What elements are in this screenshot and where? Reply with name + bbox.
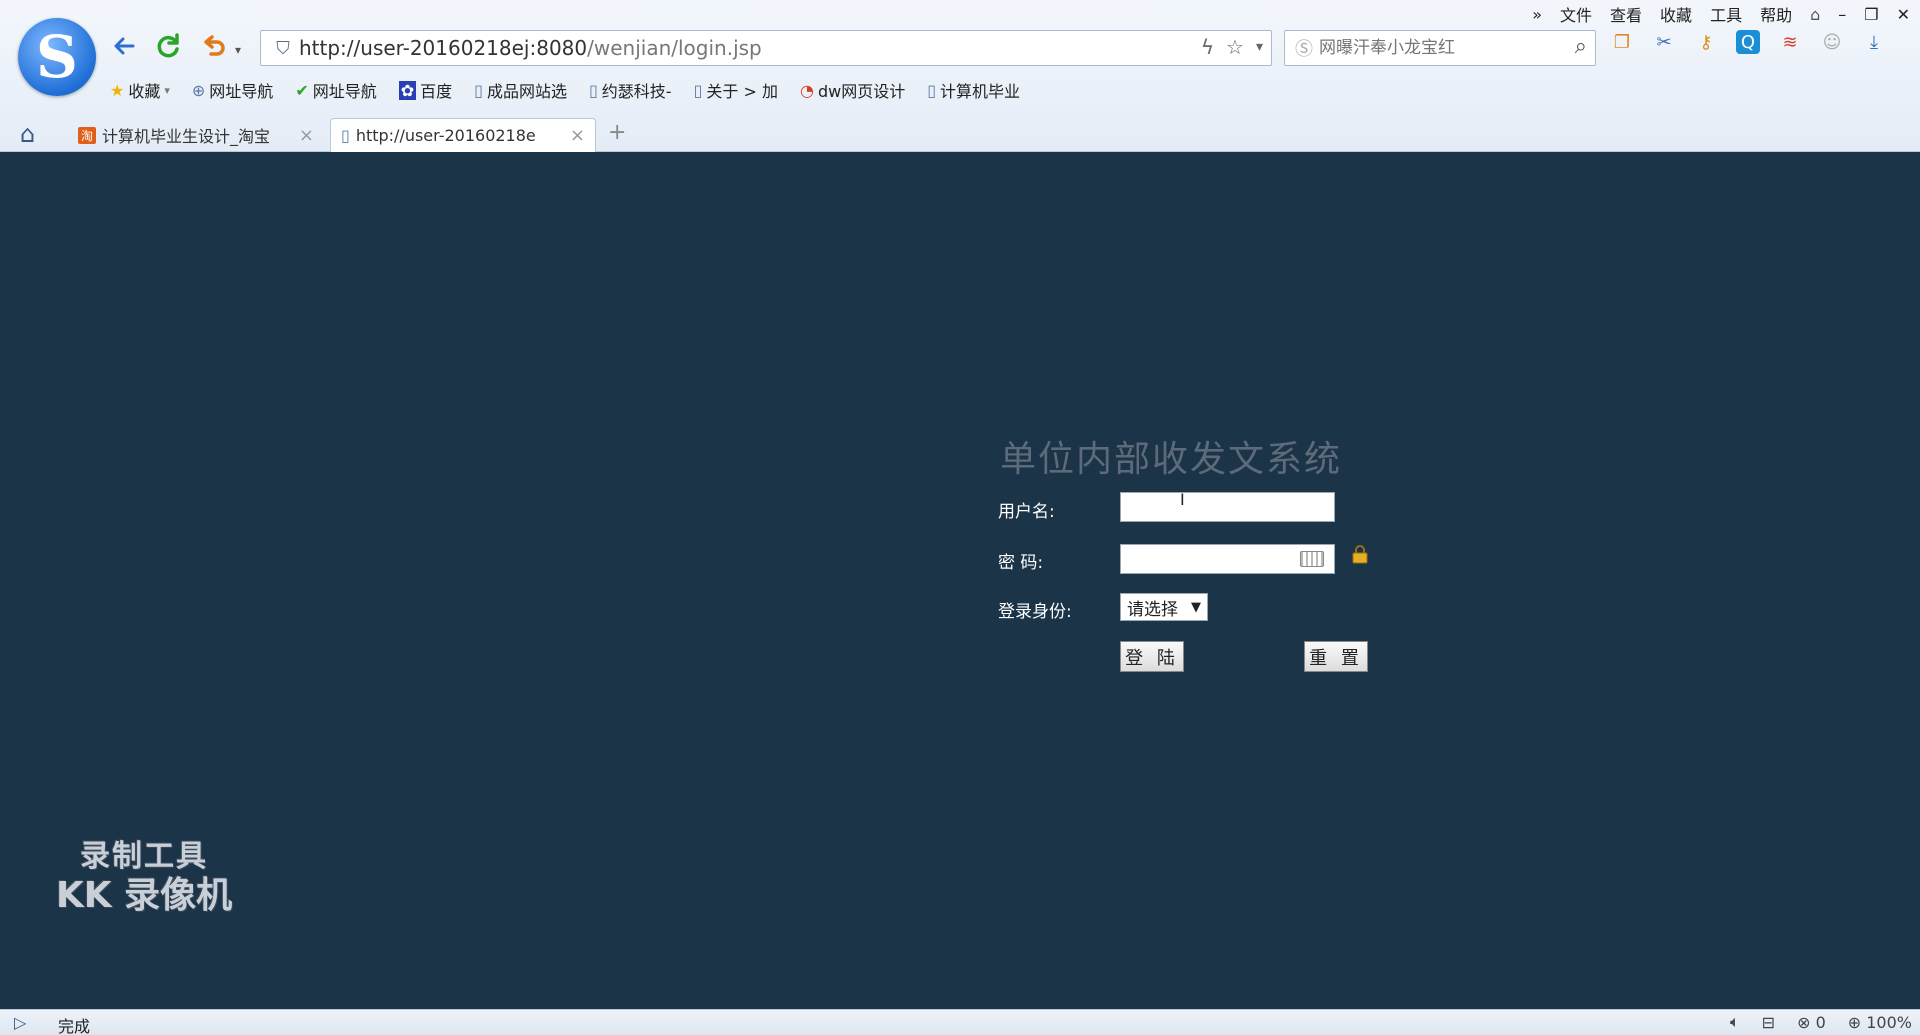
status-page-icon: ▷ xyxy=(14,1013,27,1032)
url-path: /wenjian/login.jsp xyxy=(587,36,762,60)
status-bar: ▷ 完成 🔈︎ ⊟ ⊗ 0 ⊕ 100% xyxy=(0,1009,1920,1035)
lock-icon xyxy=(1352,545,1368,564)
refresh-button[interactable] xyxy=(152,30,184,62)
refresh-icon xyxy=(157,33,179,58)
status-text: 完成 xyxy=(58,1017,91,1035)
magnifier-app-icon[interactable]: Q xyxy=(1736,30,1760,54)
bookmark-sites[interactable]: ▯ 成品网站选 xyxy=(474,78,567,102)
page-content: 单位内部收发文系统 用户名: I 密 码: 登录身份: 请选择 ▼ 登 陆 重 … xyxy=(0,152,1920,1009)
text-cursor-icon: I xyxy=(1180,490,1185,509)
new-tab-button[interactable]: + xyxy=(608,120,626,145)
tab-strip: ⌂ 淘 计算机毕业生设计_淘宝 × ▯ http://user-20160218… xyxy=(0,114,1920,152)
menu-tools[interactable]: 工具 xyxy=(1710,2,1742,26)
bookmark-graduation[interactable]: ▯ 计算机毕业 xyxy=(927,78,1020,102)
adblock-icon: ⊗ xyxy=(1797,1012,1811,1032)
bookmark-about[interactable]: ▯ 关于 > 加 xyxy=(694,78,778,102)
username-input[interactable] xyxy=(1120,492,1335,522)
restore-icon[interactable]: ❐ xyxy=(1864,5,1878,24)
undo-icon xyxy=(204,35,225,56)
key-icon[interactable]: ⚷ xyxy=(1694,30,1718,54)
star-icon: ★ xyxy=(110,80,125,100)
home-icon[interactable]: ⌂ xyxy=(20,120,35,148)
role-selected-value: 请选择 xyxy=(1127,599,1178,620)
bookmarks-bar: ★ 收藏 ▾ ⊕ 网址导航 ✔ 网址导航 ✿ 百度 ▯ 成品网站选 ▯ 约瑟科技- ▯ 关于 >… xyxy=(110,78,1020,102)
status-tools: 🔈︎ ⊟ ⊗ 0 ⊕ 100% xyxy=(1730,1012,1912,1032)
page-icon: ▯ xyxy=(474,80,483,100)
bookmark-favorites[interactable]: ★ 收藏 ▾ xyxy=(110,78,170,102)
username-label: 用户名: xyxy=(998,502,1055,522)
system-title: 单位内部收发文系统 xyxy=(1000,439,1343,480)
chevron-down-icon[interactable]: ▾ xyxy=(1256,35,1263,59)
zoom-control[interactable]: ⊕ 100% xyxy=(1848,1013,1912,1032)
translate-icon[interactable]: ≋ xyxy=(1778,30,1802,54)
undo-dropdown-icon[interactable]: ▾ xyxy=(230,34,246,66)
menu-help[interactable]: 帮助 xyxy=(1760,2,1792,26)
toolbox-icon[interactable]: ⊟ xyxy=(1762,1013,1775,1032)
zoom-icon: ⊕ xyxy=(1847,1012,1862,1032)
menu-file[interactable]: 文件 xyxy=(1560,2,1592,26)
page-icon: ▯ xyxy=(927,80,937,100)
search-engine-icon[interactable]: Ⓢ xyxy=(1289,35,1319,61)
bookmark-nav-1[interactable]: ⊕ 网址导航 xyxy=(192,78,273,102)
sidebar-toggle-icon[interactable]: ❐ xyxy=(1610,30,1634,54)
address-bar[interactable]: ⛉ http://user-20160218ej:8080/wenjian/lo… xyxy=(260,30,1272,66)
tab-close-icon[interactable]: × xyxy=(299,125,314,146)
chevron-down-icon: ▼ xyxy=(1191,599,1201,615)
bookmark-baidu[interactable]: ✿ 百度 xyxy=(398,78,452,102)
close-icon[interactable]: ✕ xyxy=(1897,5,1910,24)
bookmark-nav-2[interactable]: ✔ 网址导航 xyxy=(295,78,376,102)
browser-logo[interactable]: S xyxy=(18,18,96,96)
tab-login-page[interactable]: ▯ http://user-20160218e × xyxy=(330,118,596,152)
login-button[interactable]: 登 陆 xyxy=(1120,641,1184,672)
address-url[interactable]: http://user-20160218ej:8080/wenjian/logi… xyxy=(299,36,762,60)
search-icon[interactable]: ⌕ xyxy=(1575,34,1587,59)
chat-icon[interactable]: ☺ xyxy=(1820,30,1844,54)
bookmark-yuese[interactable]: ▯ 约瑟科技- xyxy=(589,78,672,102)
baidu-paw-icon: ✿ xyxy=(398,80,417,100)
volume-icon[interactable]: 🔈︎ xyxy=(1730,1012,1740,1032)
password-label: 密 码: xyxy=(998,553,1044,573)
url-host: http://user-20160218ej:8080 xyxy=(299,36,588,60)
skin-icon[interactable]: ⌂ xyxy=(1810,5,1820,24)
watermark-line-2: KK 录像机 xyxy=(55,874,233,916)
menu-bar: » 文件 查看 收藏 工具 帮助 ⌂ – ❐ ✕ xyxy=(1532,2,1910,26)
page-icon: ▯ xyxy=(588,80,598,100)
reset-button[interactable]: 重 置 xyxy=(1304,641,1368,672)
globe-icon: ⊕ xyxy=(191,80,206,100)
bookmark-dw[interactable]: ◔ dw网页设计 xyxy=(800,78,905,102)
chevron-down-icon: ▾ xyxy=(164,83,170,97)
menu-favorites[interactable]: 收藏 xyxy=(1660,2,1692,26)
page-icon: ▯ xyxy=(693,80,703,100)
toolbar-icons: ❐ ✂ ⚷ Q ≋ ☺ ⤓ xyxy=(1610,30,1886,54)
star-bookmark-icon[interactable]: ☆ xyxy=(1226,35,1244,59)
dw-logo-icon: ◔ xyxy=(799,80,814,100)
menu-more-icon[interactable]: » xyxy=(1532,5,1542,24)
lightning-icon[interactable]: ϟ xyxy=(1201,35,1214,59)
role-select[interactable]: 请选择 ▼ xyxy=(1120,593,1208,621)
security-shield-icon: ⛉ xyxy=(276,37,290,59)
screenshot-scissors-icon[interactable]: ✂ xyxy=(1652,30,1676,54)
back-arrow-icon xyxy=(114,37,135,55)
tab-close-icon[interactable]: × xyxy=(570,125,585,146)
back-button[interactable] xyxy=(108,30,140,62)
minimize-icon[interactable]: – xyxy=(1838,5,1846,24)
browser-chrome: S ▾ ⛉ http://user-20160218ej:8080/wenjia… xyxy=(0,0,1920,152)
tab-favicon-icon: 淘 xyxy=(78,126,97,144)
virtual-keyboard-icon[interactable] xyxy=(1300,551,1324,567)
tab-taobao[interactable]: 淘 计算机毕业生设计_淘宝 × xyxy=(68,118,324,152)
role-label: 登录身份: xyxy=(998,602,1072,622)
adblock-counter[interactable]: ⊗ 0 xyxy=(1797,1013,1826,1032)
download-icon[interactable]: ⤓ xyxy=(1862,30,1886,54)
page-icon: ▯ xyxy=(341,126,350,145)
menu-view[interactable]: 查看 xyxy=(1610,2,1642,26)
check-icon: ✔ xyxy=(295,80,309,100)
watermark-line-1: 录制工具 xyxy=(80,839,208,874)
search-box[interactable]: Ⓢ ⌕ xyxy=(1284,30,1596,66)
address-tools: ϟ ☆ ▾ xyxy=(1201,35,1263,59)
undo-close-tab-button[interactable] xyxy=(198,30,230,62)
recorder-watermark: 录制工具 KK 录像机 xyxy=(44,839,244,916)
search-input[interactable] xyxy=(1319,38,1549,58)
